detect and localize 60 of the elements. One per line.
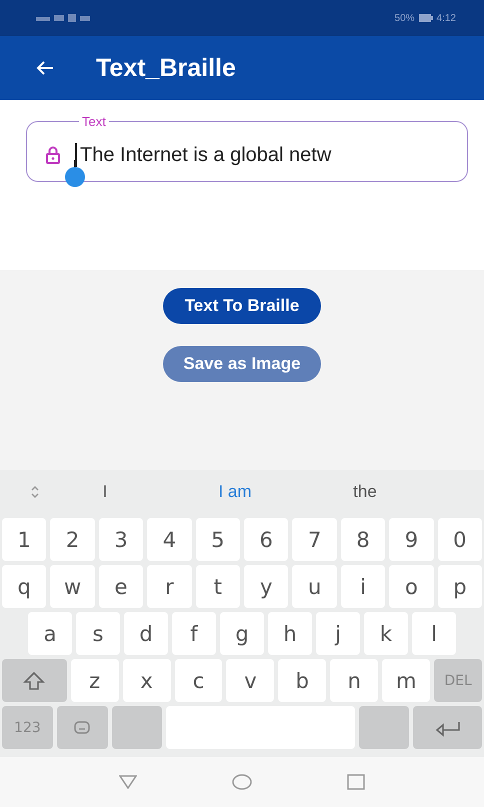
keyboard-key[interactable]: p xyxy=(438,565,482,608)
battery-icon xyxy=(418,14,433,22)
keyboard-key[interactable]: t xyxy=(196,565,240,608)
word-suggestion[interactable]: the xyxy=(300,482,430,502)
keyboard-key[interactable]: 7 xyxy=(292,518,337,561)
shift-key[interactable] xyxy=(2,659,67,702)
keyboard-key[interactable]: f xyxy=(172,612,216,655)
keyboard-key[interactable]: 1 xyxy=(2,518,46,561)
keyboard-key[interactable]: v xyxy=(226,659,274,702)
home-circle-icon[interactable] xyxy=(232,774,252,790)
enter-key[interactable] xyxy=(413,706,482,749)
keyboard-key[interactable]: j xyxy=(316,612,360,655)
keyboard-key[interactable]: r xyxy=(147,565,192,608)
expand-toggle-icon[interactable] xyxy=(30,485,40,499)
keyboard-key[interactable]: 3 xyxy=(98,518,144,561)
word-suggestion[interactable]: I xyxy=(40,482,170,502)
back-arrow-icon[interactable] xyxy=(36,60,54,76)
keyboard-key[interactable]: n xyxy=(330,659,378,702)
action-button[interactable]: Text To Braille xyxy=(162,288,322,324)
keyboard-key[interactable]: 5 xyxy=(196,518,240,561)
emoji-key[interactable] xyxy=(56,706,108,749)
cursor-handle-icon[interactable] xyxy=(65,160,85,188)
keyboard-key[interactable]: u xyxy=(292,565,337,608)
keyboard-key[interactable]: x xyxy=(122,659,171,702)
keyboard-key[interactable]: 0 xyxy=(438,518,482,561)
keyboard-key[interactable]: a xyxy=(28,612,72,655)
keyboard-key[interactable]: l xyxy=(412,612,456,655)
back-triangle-icon[interactable] xyxy=(119,775,137,789)
keyboard-key[interactable]: i xyxy=(340,565,386,608)
keyboard-key[interactable]: h xyxy=(268,612,312,655)
keyboard-key[interactable]: 2 xyxy=(50,518,95,561)
keyboard-key[interactable]: s xyxy=(76,612,120,655)
keyboard-key[interactable]: 8 xyxy=(340,518,386,561)
input-value: The Internet is a global netw xyxy=(80,144,332,166)
keyboard-key[interactable]: y xyxy=(244,565,288,608)
keyboard-key[interactable]: z xyxy=(70,659,119,702)
keyboard-key[interactable]: 6 xyxy=(244,518,288,561)
up-arrow-icon xyxy=(23,670,46,690)
keyboard-key[interactable]: w xyxy=(50,565,95,608)
lock-icon xyxy=(45,146,61,164)
keyboard-key[interactable]: d xyxy=(124,612,168,655)
screen-title: Text_Braille xyxy=(96,54,236,82)
emoji-icon xyxy=(73,720,92,736)
clock-time: 4:12 xyxy=(436,12,456,24)
keyboard-key[interactable]: g xyxy=(220,612,264,655)
field-label: Text xyxy=(81,114,107,129)
keyboard-key[interactable]: m xyxy=(382,659,430,702)
signal-icon xyxy=(36,13,92,23)
keyboard-key[interactable] xyxy=(112,706,162,749)
keyboard-key[interactable]: c xyxy=(174,659,222,702)
keyboard-key[interactable]: b xyxy=(278,659,326,702)
battery-percent: 50% xyxy=(394,12,415,24)
keyboard-key[interactable]: 9 xyxy=(389,518,434,561)
keyboard-key[interactable]: e xyxy=(98,565,144,608)
recents-square-icon[interactable] xyxy=(347,774,365,790)
keyboard-key[interactable]: q xyxy=(2,565,46,608)
keyboard-key[interactable]: o xyxy=(389,565,434,608)
keyboard-key[interactable]: 4 xyxy=(147,518,192,561)
keyboard-key[interactable]: k xyxy=(364,612,408,655)
keyboard-key[interactable] xyxy=(358,706,410,749)
